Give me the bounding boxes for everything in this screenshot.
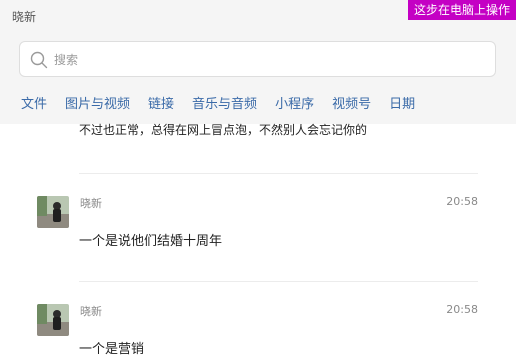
avatar[interactable] [37, 304, 69, 336]
message-time: 20:58 [446, 195, 478, 208]
search-input[interactable] [52, 42, 476, 78]
tab-files[interactable]: 文件 [21, 93, 47, 112]
search-icon [30, 51, 48, 69]
instruction-banner: 这步在电脑上操作 [407, 0, 516, 20]
tab-mini-programs[interactable]: 小程序 [275, 93, 314, 112]
sender-name: 晓新 [80, 197, 102, 210]
filter-tabs: 文件 图片与视频 链接 音乐与音频 小程序 视频号 日期 [21, 93, 415, 112]
window-title: 晓新 [12, 10, 37, 24]
tab-channels[interactable]: 视频号 [332, 93, 371, 112]
sender-name: 晓新 [80, 305, 102, 318]
result-divider [79, 281, 478, 282]
avatar-photo [37, 304, 69, 336]
message-text[interactable]: 一个是说他们结婚十周年 [79, 230, 222, 249]
tab-date[interactable]: 日期 [389, 93, 415, 112]
search-box[interactable] [19, 41, 496, 78]
avatar[interactable] [37, 196, 69, 228]
tab-images-videos[interactable]: 图片与视频 [65, 93, 130, 112]
tab-music-audio[interactable]: 音乐与音频 [192, 93, 257, 112]
message-time: 20:58 [446, 303, 478, 316]
tab-links[interactable]: 链接 [148, 93, 174, 112]
message-text-partial[interactable]: 不过也正常，总得在网上冒点泡，不然别人会忘记你的 [79, 121, 367, 138]
message-text[interactable]: 一个是营销 [79, 338, 144, 357]
avatar-photo [37, 196, 69, 228]
result-divider [79, 173, 478, 174]
